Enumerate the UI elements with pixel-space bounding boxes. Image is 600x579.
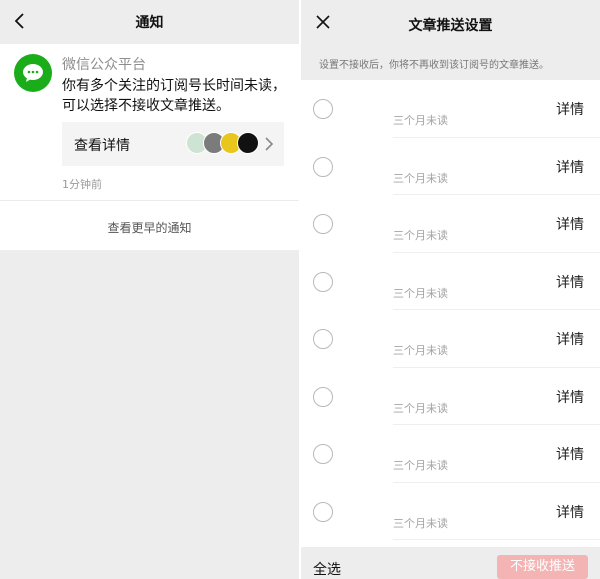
- chevron-right-icon: [265, 137, 274, 151]
- push-settings-panel: 文章推送设置 设置不接收后，你将不再收到该订阅号的文章推送。 三个月未读 详情 …: [301, 0, 600, 579]
- unread-status: 三个月未读: [393, 344, 448, 357]
- view-details-button[interactable]: 查看详情: [62, 122, 284, 166]
- account-avatars: [186, 132, 262, 156]
- tip-text: 设置不接收后，你将不再收到该订阅号的文章推送。: [319, 60, 549, 71]
- subscription-list: 三个月未读 详情 三个月未读 详情 三个月未读 详情 三个月未读 详情 三个月未…: [301, 80, 600, 540]
- details-link[interactable]: 详情: [556, 157, 584, 177]
- details-link[interactable]: 详情: [556, 387, 584, 407]
- bottom-bar: 全选 不接收推送: [301, 547, 600, 579]
- select-radio[interactable]: [313, 444, 333, 464]
- list-item: 三个月未读 详情: [301, 195, 600, 253]
- unread-status: 三个月未读: [393, 459, 448, 472]
- select-radio[interactable]: [313, 214, 333, 234]
- notification-message: 你有多个关注的订阅号长时间未读，可以选择不接收文章推送。: [62, 78, 286, 114]
- details-link[interactable]: 详情: [556, 214, 584, 234]
- reject-push-button[interactable]: 不接收推送: [497, 555, 588, 579]
- select-radio[interactable]: [313, 271, 333, 292]
- page-title: 通知: [135, 15, 164, 31]
- list-item: 三个月未读 详情: [301, 482, 600, 540]
- page-title: 文章推送设置: [408, 18, 493, 34]
- select-radio[interactable]: [313, 501, 333, 522]
- list-item: 三个月未读 详情: [301, 80, 600, 138]
- unread-status: 三个月未读: [393, 171, 448, 185]
- sender-name: 微信公众平台: [62, 57, 146, 73]
- notification-card: 微信公众平台 你有多个关注的订阅号长时间未读，可以选择不接收文章推送。 查看详情…: [0, 44, 299, 200]
- nav-bar: 文章推送设置: [301, 0, 600, 46]
- list-item: 三个月未读 详情: [301, 367, 600, 425]
- details-link[interactable]: 详情: [556, 272, 584, 292]
- notification-panel: 通知 微信公众平台 你有多个关注的订阅号长时间未读，可以选择不接收文章推送。 查…: [0, 0, 299, 579]
- select-radio[interactable]: [313, 99, 333, 119]
- unread-status: 三个月未读: [393, 229, 448, 242]
- unread-status: 三个月未读: [393, 114, 448, 127]
- view-earlier-notifications[interactable]: 查看更早的通知: [0, 200, 299, 250]
- details-link[interactable]: 详情: [556, 99, 584, 119]
- details-link[interactable]: 详情: [556, 444, 584, 464]
- nav-bar: 通知: [0, 0, 299, 44]
- chat-bubble-icon: [23, 64, 43, 82]
- unread-status: 三个月未读: [393, 516, 448, 530]
- select-all-button[interactable]: 全选: [313, 559, 341, 579]
- list-item: 三个月未读 详情: [301, 310, 600, 368]
- list-item: 三个月未读 详情: [301, 137, 600, 195]
- settings-tip: 设置不接收后，你将不再收到该订阅号的文章推送。: [301, 46, 600, 80]
- list-item: 三个月未读 详情: [301, 252, 600, 310]
- view-details-label: 查看详情: [74, 138, 130, 154]
- view-earlier-label: 查看更早的通知: [107, 221, 192, 235]
- unread-status: 三个月未读: [393, 286, 448, 300]
- details-link[interactable]: 详情: [556, 502, 584, 522]
- notification-time: 1分钟前: [62, 178, 102, 191]
- unread-status: 三个月未读: [393, 401, 448, 415]
- select-radio[interactable]: [313, 329, 333, 349]
- select-radio[interactable]: [313, 156, 333, 177]
- list-item: 三个月未读 详情: [301, 425, 600, 483]
- wechat-avatar: [14, 54, 52, 92]
- select-radio[interactable]: [313, 386, 333, 407]
- account-avatar: [237, 132, 259, 154]
- details-link[interactable]: 详情: [556, 329, 584, 349]
